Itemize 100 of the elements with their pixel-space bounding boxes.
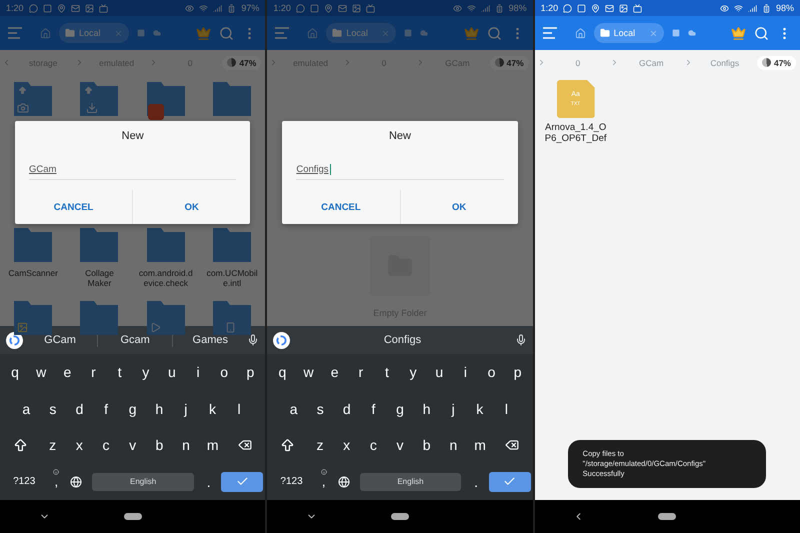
- key[interactable]: x: [66, 430, 93, 460]
- key[interactable]: w: [28, 357, 54, 388]
- key[interactable]: p: [237, 357, 264, 388]
- key[interactable]: j: [172, 394, 200, 424]
- enter-key[interactable]: [488, 472, 531, 492]
- dialog-button[interactable]: CANCEL: [15, 190, 132, 224]
- search-icon[interactable]: [486, 26, 502, 40]
- key[interactable]: m: [199, 430, 226, 460]
- mic-icon[interactable]: [247, 334, 260, 346]
- suggestion[interactable]: GCam: [23, 333, 98, 347]
- menu-icon[interactable]: [8, 27, 22, 39]
- home-pill[interactable]: [390, 513, 409, 520]
- suggestion[interactable]: Gcam: [97, 333, 172, 347]
- enter-key[interactable]: [221, 472, 264, 492]
- key[interactable]: d: [334, 394, 360, 424]
- name-field[interactable]: GCam: [29, 159, 236, 180]
- crown-icon[interactable]: [730, 26, 746, 40]
- key[interactable]: k: [199, 394, 226, 424]
- key[interactable]: b: [146, 430, 173, 460]
- battery-level: 97%: [241, 3, 260, 13]
- key[interactable]: o: [478, 357, 505, 388]
- key[interactable]: q: [2, 357, 28, 388]
- menu-icon[interactable]: [542, 27, 557, 39]
- square-icon: [577, 4, 586, 12]
- key[interactable]: g: [119, 394, 146, 424]
- key[interactable]: h: [413, 394, 440, 424]
- key[interactable]: c: [360, 430, 387, 460]
- symbols-key[interactable]: ?123: [269, 466, 314, 497]
- key[interactable]: c: [92, 430, 120, 460]
- storage-pill[interactable]: 47%: [222, 56, 262, 70]
- period-key[interactable]: .: [467, 466, 485, 497]
- home-pill[interactable]: [658, 513, 676, 520]
- key[interactable]: r: [348, 357, 374, 388]
- square-icon: [42, 4, 52, 12]
- play-icon: [150, 322, 161, 333]
- key[interactable]: b: [413, 430, 440, 460]
- key[interactable]: a: [13, 394, 40, 424]
- name-field[interactable]: Configs: [296, 159, 504, 180]
- key[interactable]: a: [280, 394, 307, 424]
- key[interactable]: h: [146, 394, 173, 424]
- key[interactable]: g: [386, 394, 414, 424]
- key[interactable]: t: [374, 357, 400, 388]
- folder-icon: [146, 226, 185, 262]
- dialog-button[interactable]: OK: [400, 190, 518, 224]
- key[interactable]: p: [504, 357, 531, 388]
- key[interactable]: d: [66, 394, 93, 424]
- key[interactable]: e: [322, 357, 348, 388]
- cloud-icon: [688, 29, 696, 37]
- symbols-key[interactable]: ?123: [2, 466, 46, 497]
- window-icon: [672, 29, 680, 37]
- key[interactable]: l: [493, 394, 520, 424]
- key[interactable]: m: [466, 430, 494, 460]
- home-pill[interactable]: [124, 513, 142, 520]
- key[interactable]: u: [158, 357, 185, 388]
- mic-icon[interactable]: [514, 334, 527, 346]
- space-key[interactable]: English: [92, 472, 194, 491]
- key[interactable]: z: [306, 430, 334, 460]
- dialog-button[interactable]: OK: [132, 190, 250, 224]
- key[interactable]: k: [466, 394, 494, 424]
- key[interactable]: v: [386, 430, 414, 460]
- key[interactable]: n: [172, 430, 200, 460]
- file-name[interactable]: Arnova_1.4_OP6_OP6T_Def: [544, 122, 607, 145]
- key[interactable]: s: [306, 394, 334, 424]
- space-key[interactable]: English: [360, 472, 462, 491]
- key[interactable]: y: [132, 357, 159, 388]
- key[interactable]: t: [106, 357, 133, 388]
- storage-pill[interactable]: 47%: [756, 56, 796, 70]
- menu-icon[interactable]: [275, 27, 290, 39]
- key[interactable]: e: [54, 357, 80, 388]
- key[interactable]: o: [211, 357, 238, 388]
- key[interactable]: f: [360, 394, 387, 424]
- eye-icon: [185, 4, 194, 12]
- key[interactable]: s: [40, 394, 66, 424]
- period-key[interactable]: .: [200, 466, 218, 497]
- window-icon: [404, 29, 412, 37]
- key[interactable]: x: [333, 430, 360, 460]
- status-time: 1:20: [6, 3, 24, 13]
- key[interactable]: i: [184, 357, 212, 388]
- key[interactable]: i: [452, 357, 478, 388]
- dialog-button[interactable]: CANCEL: [282, 190, 400, 224]
- location-icon: [591, 4, 600, 12]
- comma-key[interactable]: ,: [314, 466, 334, 497]
- image-icon: [17, 322, 28, 333]
- key[interactable]: f: [92, 394, 120, 424]
- key[interactable]: z: [39, 430, 66, 460]
- key[interactable]: n: [440, 430, 467, 460]
- comma-key[interactable]: ,: [46, 466, 66, 497]
- key[interactable]: l: [226, 394, 252, 424]
- key[interactable]: j: [440, 394, 466, 424]
- key[interactable]: w: [295, 357, 322, 388]
- key[interactable]: u: [426, 357, 452, 388]
- search-icon[interactable]: [754, 26, 769, 40]
- key[interactable]: v: [119, 430, 146, 460]
- suggestion[interactable]: Games: [172, 333, 248, 347]
- search-icon[interactable]: [219, 26, 234, 40]
- key[interactable]: r: [80, 357, 107, 388]
- key[interactable]: q: [269, 357, 296, 388]
- battery-icon: [494, 4, 504, 12]
- storage-pill[interactable]: 47%: [490, 56, 529, 70]
- key[interactable]: y: [400, 357, 426, 388]
